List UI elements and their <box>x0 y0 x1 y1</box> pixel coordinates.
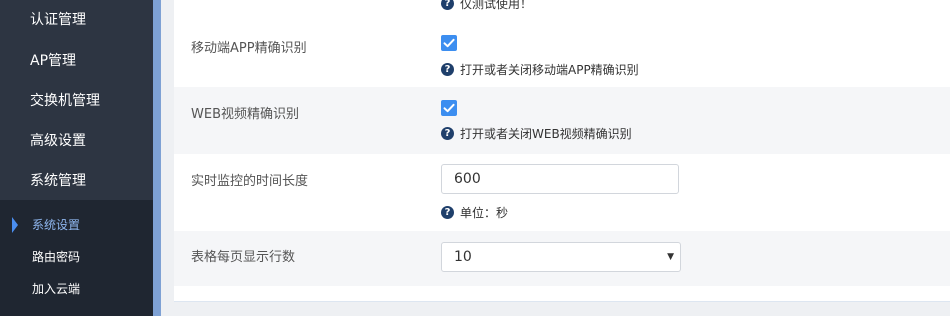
hint-text: 单位：秒 <box>460 206 509 220</box>
submenu-item-label: 加入云端 <box>32 282 81 296</box>
web-video-hint: ? 打开或者关闭WEB视频精确识别 <box>441 125 632 142</box>
rows-per-page-row: 表格每页显示行数 10 ▼ <box>174 231 950 286</box>
hint-text: 打开或者关闭移动端APP精确识别 <box>460 63 639 77</box>
nav-item-advanced-settings[interactable]: 高级设置 <box>0 121 153 161</box>
submenu-item-label: 路由密码 <box>32 250 81 264</box>
mobile-app-checkbox[interactable] <box>441 35 457 51</box>
submenu-item-label: 系统设置 <box>32 218 81 232</box>
mobile-app-hint: ? 打开或者关闭移动端APP精确识别 <box>441 61 639 78</box>
submenu-item-system-settings[interactable]: 系统设置 <box>0 209 153 241</box>
rows-per-page-select[interactable]: 10 ▼ <box>441 242 681 272</box>
monitor-time-row: 实时监控的时间长度 ? 单位：秒 <box>174 154 950 231</box>
question-circle-icon: ? <box>441 0 454 10</box>
question-circle-icon: ? <box>441 206 454 219</box>
monitor-time-label: 实时监控的时间长度 <box>191 174 309 189</box>
monitor-time-input[interactable] <box>441 164 679 194</box>
select-value: 10 <box>454 249 472 265</box>
caret-right-icon <box>12 217 18 233</box>
submenu-item-join-cloud[interactable]: 加入云端 <box>0 273 153 305</box>
web-video-checkbox[interactable] <box>441 100 457 116</box>
question-circle-icon: ? <box>441 63 454 76</box>
mobile-app-row: 移动端APP精确识别 ? 打开或者关闭移动端APP精确识别 <box>174 20 950 87</box>
monitor-time-hint: ? 单位：秒 <box>441 204 508 221</box>
submenu-item-router-password[interactable]: 路由密码 <box>0 241 153 273</box>
web-video-label: WEB视频精确识别 <box>191 107 299 122</box>
web-video-row: WEB视频精确识别 ? 打开或者关闭WEB视频精确识别 <box>174 87 950 154</box>
nav-item-ap-management[interactable]: AP管理 <box>0 41 153 81</box>
test-only-row: ? 仅测试使用！ <box>174 0 950 20</box>
mobile-app-label: 移动端APP精确识别 <box>191 41 307 56</box>
question-circle-icon: ? <box>441 127 454 140</box>
test-only-hint: ? 仅测试使用！ <box>441 0 532 12</box>
settings-panel: ? 仅测试使用！ 移动端APP精确识别 ? 打开或者关闭移动端APP精确识别 W… <box>174 0 950 302</box>
checkmark-icon <box>443 38 455 48</box>
nav-item-system-management[interactable]: 系统管理 <box>0 161 153 201</box>
sidebar-scrollbar[interactable] <box>153 0 161 316</box>
rows-per-page-label: 表格每页显示行数 <box>191 250 296 265</box>
checkmark-icon <box>443 103 455 113</box>
nav-item-switch-management[interactable]: 交换机管理 <box>0 81 153 121</box>
hint-text: 打开或者关闭WEB视频精确识别 <box>460 127 632 141</box>
triangle-down-icon: ▼ <box>667 252 674 262</box>
nav-item-auth-management[interactable]: 认证管理 <box>0 0 153 41</box>
hint-text: 仅测试使用！ <box>460 0 533 11</box>
system-management-submenu: 系统设置 路由密码 加入云端 <box>0 200 153 316</box>
